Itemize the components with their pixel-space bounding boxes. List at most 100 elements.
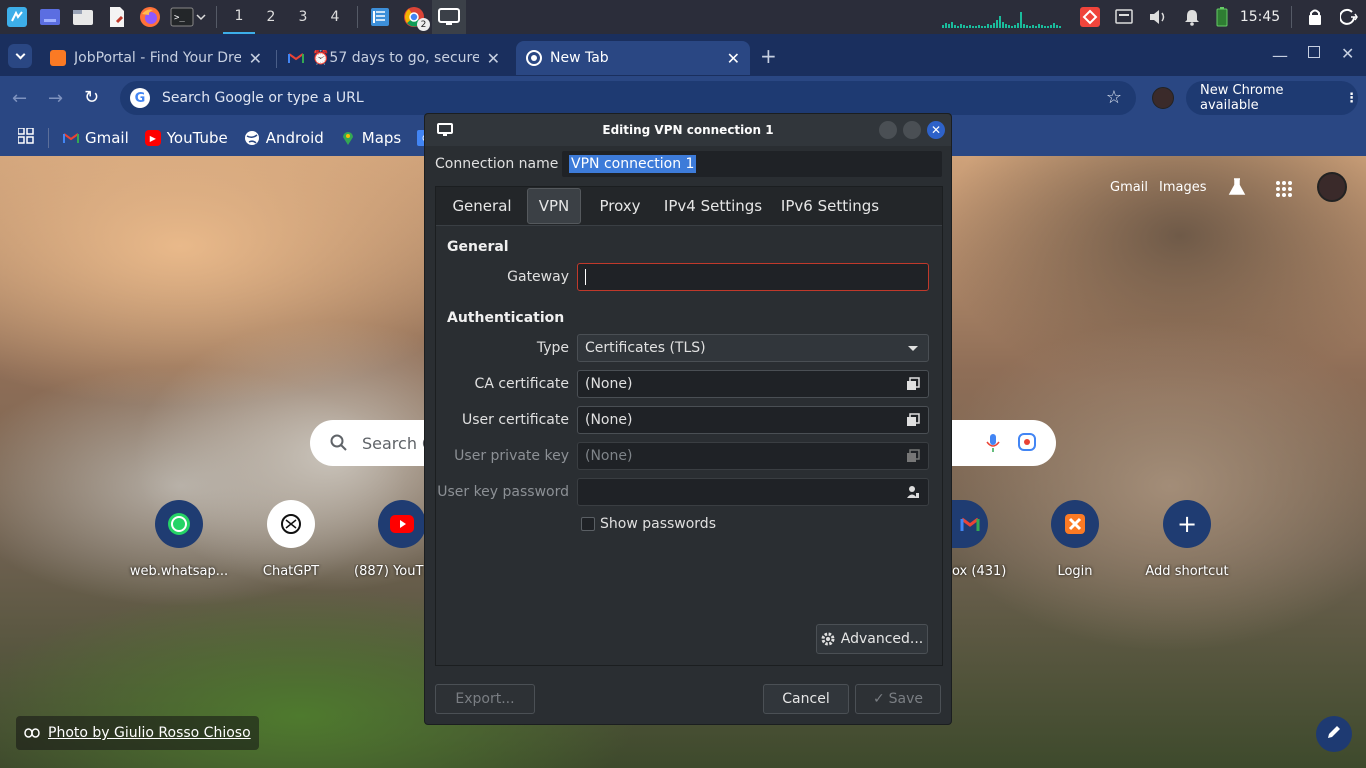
shortcut-chatgpt[interactable]: ChatGPT [236,500,346,579]
cancel-button[interactable]: Cancel [763,684,849,714]
tab-new-tab[interactable]: New Tab ✕ [516,41,750,75]
back-arrow-icon[interactable]: ← [12,88,27,109]
save-button[interactable]: ✓ Save [855,684,941,714]
tab-jobportal[interactable]: JobPortal - Find Your Dre ✕ [40,41,272,75]
anydesk-icon[interactable] [1073,0,1107,34]
task-manager-icon[interactable] [364,0,396,34]
gmail-link[interactable]: Gmail [1110,180,1148,195]
tab-proxy[interactable]: Proxy [589,188,651,224]
images-link[interactable]: Images [1159,180,1207,195]
google-account-avatar[interactable] [1317,172,1347,202]
gateway-input[interactable] [577,263,929,291]
export-button[interactable]: Export... [435,684,535,714]
tab-search-button[interactable] [8,44,32,68]
auth-type-select[interactable]: Certificates (TLS) [577,334,929,362]
visualizer-bar [1056,25,1058,28]
minimize-button[interactable] [879,121,897,139]
desktop-1-button[interactable]: 1 [223,0,255,34]
maximize-icon[interactable] [1308,46,1320,58]
visualizer-bar [1050,25,1052,28]
chrome-task-icon[interactable]: 2 [396,0,432,34]
lock-icon[interactable] [1298,0,1332,34]
file-manager-icon[interactable] [66,0,100,34]
show-passwords-label[interactable]: Show passwords [600,516,716,532]
google-apps-icon[interactable] [1275,180,1293,202]
photo-credit-link[interactable]: Photo by Giulio Rosso Chioso [16,716,259,750]
profile-avatar[interactable] [1152,87,1174,109]
clock[interactable]: 15:45 [1235,0,1285,34]
shortcut-label: (887) YouT [354,564,424,579]
tab-general[interactable]: General [445,188,519,224]
reload-icon[interactable]: ↻ [84,87,99,108]
advanced-button[interactable]: Advanced... [816,624,928,654]
volume-icon[interactable] [1141,0,1175,34]
desktop-3-button[interactable]: 3 [287,0,319,34]
connection-name-field[interactable]: VPN connection 1 [561,150,943,178]
bookmark-maps[interactable]: Maps [340,129,401,147]
globe-icon [244,130,260,146]
xampp-icon [50,50,66,66]
tab-vpn[interactable]: VPN [527,188,581,224]
labs-flask-icon[interactable] [1228,178,1246,200]
bookmark-youtube[interactable]: ▶ YouTube [144,129,228,147]
desktop-4-button[interactable]: 4 [319,0,351,34]
chrome-tab-bar: JobPortal - Find Your Dre ✕ ⏰57 days to … [0,34,1366,76]
close-icon[interactable]: ✕ [249,49,262,68]
text-editor-icon[interactable] [100,0,134,34]
shortcut-gmail[interactable]: ox (431) [952,500,1012,579]
firefox-icon[interactable] [134,0,166,34]
close-window-icon[interactable]: ✕ [1341,44,1354,63]
add-shortcut-button[interactable]: + Add shortcut [1132,500,1242,579]
terminal-icon[interactable]: >_ [166,0,210,34]
notifications-icon[interactable] [1175,0,1209,34]
close-icon[interactable]: ✕ [487,49,500,68]
whatsapp-icon [155,500,203,548]
ca-certificate-field[interactable]: (None) [577,370,929,398]
forward-arrow-icon[interactable]: → [48,88,63,109]
file-picker-icon[interactable] [906,377,920,391]
maximize-button[interactable] [903,121,921,139]
star-icon[interactable]: ☆ [1106,87,1122,108]
close-icon[interactable]: ✕ [727,49,740,68]
visualizer-bar [1005,24,1007,28]
app-launcher-icon[interactable] [0,0,34,34]
desktop-2-button[interactable]: 2 [255,0,287,34]
update-chrome-button[interactable]: New Chrome available ⋮ [1186,81,1358,115]
logout-icon[interactable] [1332,0,1366,34]
authentication-section-heading: Authentication [447,310,565,326]
vpn-editor-task-icon[interactable] [432,0,466,34]
visualizer-bar [969,25,971,28]
bookmark-android[interactable]: Android [244,129,324,147]
chrome-icon [526,50,542,66]
customize-chrome-button[interactable] [1316,716,1352,752]
clipboard-icon[interactable] [1107,0,1141,34]
tab-gmail[interactable]: ⏰57 days to go, secure y ✕ [278,41,510,75]
shortcut-whatsapp[interactable]: web.whatsap... [124,500,234,579]
close-icon[interactable]: ✕ [927,121,945,139]
visualizer-bar [1026,25,1028,28]
omnibox[interactable]: G Search Google or type a URL ☆ [120,81,1136,115]
gmail-icon [63,130,79,146]
shortcut-login[interactable]: Login [1020,500,1130,579]
shortcut-label: ox (431) [952,564,1007,579]
youtube-icon [378,500,426,548]
apps-grid-icon[interactable] [17,127,34,148]
photo-credit-text: Photo by Giulio Rosso Chioso [48,725,251,741]
minimize-icon[interactable]: — [1272,46,1288,65]
tab-ipv4-settings[interactable]: IPv4 Settings [659,188,767,224]
user-certificate-field[interactable]: (None) [577,406,929,434]
file-picker-icon[interactable] [906,413,920,427]
google-lens-icon[interactable] [1018,433,1036,455]
microphone-icon[interactable] [986,433,1000,457]
omnibox-placeholder: Search Google or type a URL [162,90,364,106]
password-options-icon [906,485,920,499]
new-tab-button[interactable]: + [760,44,777,68]
shortcut-youtube[interactable]: (887) YouT [348,500,426,579]
bookmark-gmail[interactable]: Gmail [63,129,129,147]
show-passwords-checkbox[interactable] [581,517,595,531]
tab-ipv6-settings[interactable]: IPv6 Settings [775,188,885,224]
visualizer-bar [957,26,959,28]
show-desktop-icon[interactable] [34,0,66,34]
shortcut-label: Add shortcut [1145,564,1229,579]
battery-icon[interactable] [1209,0,1235,34]
